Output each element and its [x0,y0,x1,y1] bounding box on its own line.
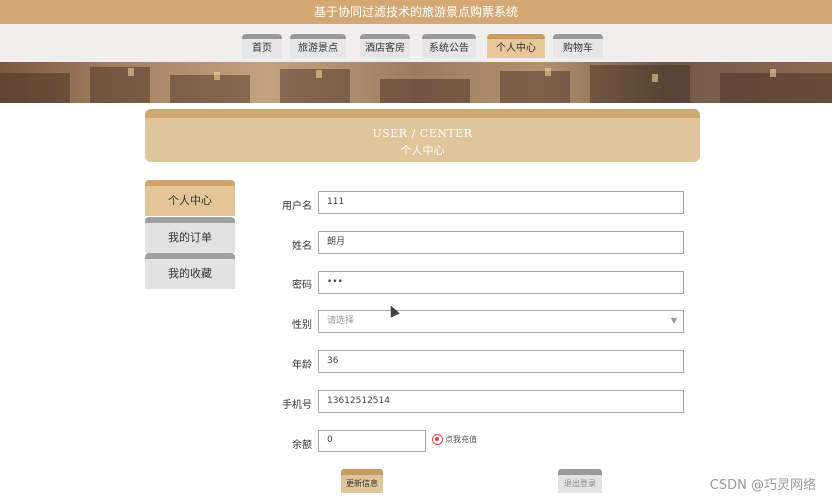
recharge-link[interactable]: 点我充值 [445,434,477,446]
watermark: CSDN @巧灵网络 [709,478,816,493]
site-title-bar: 基于协同过滤技术的旅游景点购票系统 [0,0,832,24]
username-label: 用户名 [282,201,312,212]
update-info-button[interactable]: 更新信息 [341,469,383,493]
gender-select[interactable]: 请选择 ▼ [318,310,684,333]
balance-field[interactable]: 0 [318,430,426,452]
nav-item-home[interactable]: 首页 [242,34,282,58]
age-field[interactable]: 36 [318,350,684,373]
password-field[interactable]: ••• [318,271,684,294]
name-label: 姓名 [292,241,312,252]
nav-item-shopping-cart[interactable]: 购物车 [553,34,603,58]
age-label: 年龄 [292,360,312,371]
nav-item-scenic-spots[interactable]: 旅游景点 [290,34,346,58]
sidebar-item-my-orders[interactable]: 我的订单 [145,217,235,253]
name-field[interactable]: 朗月 [318,231,684,254]
user-center-header: USER / CENTER 个人中心 [145,109,700,162]
sidebar-item-user-center[interactable]: 个人中心 [145,180,235,216]
username-field[interactable]: 111 [318,191,684,214]
gender-select-placeholder: 请选择 [327,316,355,326]
password-label: 密码 [292,280,312,291]
user-center-title-en: USER / CENTER [372,127,473,140]
main-nav: 首页 旅游景点 酒店客房 系统公告 个人中心 购物车 [0,24,832,62]
phone-label: 手机号 [282,400,312,411]
nav-item-user-center[interactable]: 个人中心 [487,34,545,58]
user-center-title-cn: 个人中心 [400,144,445,157]
hero-banner-image [0,62,832,103]
phone-field[interactable]: 13612512514 [318,390,684,413]
recharge-icon[interactable] [432,434,443,445]
sidebar-item-my-favorites[interactable]: 我的收藏 [145,253,235,289]
gender-label: 性别 [292,320,312,331]
chevron-down-icon: ▼ [670,316,677,325]
nav-item-hotel-rooms[interactable]: 酒店客房 [360,34,410,58]
logout-button[interactable]: 退出登录 [558,469,602,493]
balance-label: 余额 [292,440,312,451]
site-title: 基于协同过滤技术的旅游景点购票系统 [313,5,518,19]
nav-item-announcements[interactable]: 系统公告 [422,34,476,58]
